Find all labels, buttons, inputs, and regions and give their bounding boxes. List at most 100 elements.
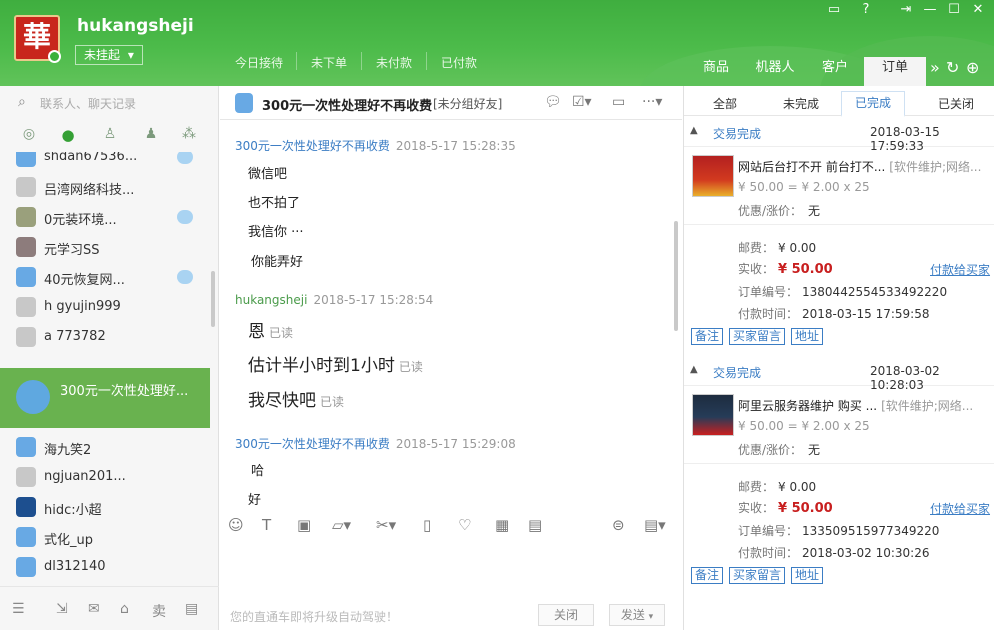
contact-name: shdan67536... — [44, 152, 138, 164]
contacts-panel: ⌕ 联系人、聊天记录 ◎ ● ♙ ♟ ⁂ shdan67536... 吕湾网络科技… — [0, 86, 219, 630]
tab-products[interactable]: 商品 — [693, 57, 739, 86]
pay-buyer-link[interactable]: 付款给买家 — [930, 500, 990, 517]
tab-customer[interactable]: 客户 — [813, 57, 857, 86]
minimize-icon[interactable]: — — [920, 2, 940, 17]
tab-closed-orders[interactable]: 已关闭 — [936, 95, 976, 112]
tab-completed-orders[interactable]: 已完成 — [841, 91, 905, 117]
sell-icon[interactable]: 卖 — [152, 601, 166, 621]
send-button[interactable]: 发送 ▾ — [609, 604, 665, 626]
contact-name: 40元恢复网... — [44, 273, 125, 288]
more-tabs-icon[interactable]: » — [930, 58, 940, 77]
contact-item[interactable]: 0元装环境... — [0, 202, 210, 232]
buyer-message-button[interactable]: 买家留言 — [729, 567, 786, 584]
emoji-icon[interactable]: ☺ — [228, 516, 244, 534]
order-state: 交易完成 — [713, 366, 762, 380]
close-button[interactable]: 关闭 — [538, 604, 594, 626]
tab-orders[interactable]: 订单 — [864, 57, 926, 86]
postage-row: 邮费： ¥ 0.00 — [738, 239, 816, 256]
product-thumbnail[interactable] — [692, 155, 734, 197]
product-thumbnail[interactable] — [692, 394, 734, 436]
recent-clock-icon[interactable]: ● — [56, 126, 80, 144]
quick-reply-icon[interactable]: ⊜ — [612, 516, 625, 534]
collapse-caret-icon[interactable]: ▲ — [690, 364, 698, 375]
address-button[interactable]: 地址 — [791, 328, 824, 345]
pay-buyer-link[interactable]: 付款给买家 — [930, 261, 990, 278]
pin-icon[interactable]: ⇥ — [896, 2, 916, 17]
group-icon[interactable]: ♟ — [139, 126, 163, 142]
sender-name[interactable]: 300元一次性处理好不再收费 — [235, 139, 390, 153]
task-icon[interactable]: ☑▾ — [572, 94, 592, 110]
message-text: 我尽快吧 已读 — [248, 386, 344, 411]
message-bubble-icon — [177, 152, 193, 164]
import-icon[interactable]: ⇲ — [56, 601, 68, 617]
contact-item[interactable]: 吕湾网络科技... — [0, 172, 210, 202]
contact-item[interactable]: a 773782 — [0, 322, 210, 352]
comment-icon[interactable]: 💬︎ — [544, 94, 562, 110]
sender-name[interactable]: hukangsheji — [235, 293, 307, 307]
message-body: 估计半小时到1小时 — [248, 356, 395, 376]
add-icon[interactable]: ⊕ — [966, 58, 979, 77]
buyer-message-button[interactable]: 买家留言 — [729, 328, 786, 345]
heart-icon[interactable]: ♡ — [458, 516, 471, 534]
order-status-tabs: 全部 未完成 已完成 已关闭 — [684, 86, 994, 117]
shop-icon[interactable]: ⌂ — [120, 601, 129, 617]
collapse-caret-icon[interactable]: ▲ — [690, 125, 698, 136]
note-button[interactable]: 备注 — [691, 328, 724, 345]
chat-contact-name[interactable]: 300元一次性处理好不再收费 — [262, 95, 432, 114]
status-dropdown[interactable]: 未挂起 ▾ — [75, 45, 143, 65]
tab-incomplete-orders[interactable]: 未完成 — [781, 95, 821, 112]
message-text: 也不拍了 — [248, 196, 301, 211]
contact-item[interactable]: ngjuan201... — [0, 462, 210, 492]
mail-icon[interactable]: ✉ — [88, 601, 100, 617]
contact-person-icon[interactable]: ♙ — [98, 126, 122, 142]
coupon-icon[interactable]: ▤ — [528, 516, 542, 534]
font-icon[interactable]: T — [262, 516, 271, 534]
contact-item[interactable]: 元学习SS — [0, 232, 210, 262]
contact-item[interactable]: hidc:小超 — [0, 492, 210, 522]
product-title[interactable]: 阿里云服务器维护 购买 ... [软件维护;网络... — [738, 397, 993, 414]
order-time: 2018-03-15 17:59:33 — [870, 125, 940, 153]
order-header[interactable]: ▲ 交易完成 2018-03-02 10:28:03 — [684, 356, 994, 392]
chat-bubble-icon[interactable]: ◎ — [17, 126, 41, 142]
contact-item[interactable]: 300元一次性处理好... — [0, 368, 210, 428]
contact-item[interactable]: 式化_up — [0, 522, 210, 552]
layout-icon[interactable]: ▤ — [185, 601, 198, 617]
close-icon[interactable]: ✕ — [968, 2, 988, 17]
video-icon[interactable]: ▭ — [612, 94, 625, 110]
address-button[interactable]: 地址 — [791, 567, 824, 584]
stat-paid[interactable]: 已付款 — [441, 54, 477, 71]
organization-icon[interactable]: ⁂ — [177, 126, 201, 142]
contact-item[interactable]: 40元恢复网... — [0, 262, 210, 292]
more-icon[interactable]: ···▾ — [642, 94, 662, 110]
contact-item[interactable]: 海九笑2 — [0, 432, 210, 462]
contact-item[interactable]: h gyujin999 — [0, 292, 210, 322]
calculator-icon[interactable]: ▦ — [495, 516, 509, 534]
contact-item[interactable]: shdan67536... — [0, 152, 210, 172]
contact-item[interactable]: dl312140 — [0, 552, 210, 582]
sender-name[interactable]: 300元一次性处理好不再收费 — [235, 437, 390, 451]
stat-not-ordered[interactable]: 未下单 — [311, 54, 347, 71]
message-body: 恩 — [248, 322, 265, 342]
maximize-icon[interactable]: ☐ — [944, 2, 964, 17]
scrollbar[interactable] — [674, 221, 678, 331]
menu-icon[interactable]: ☰ — [12, 601, 25, 617]
contact-search[interactable]: ⌕ 联系人、聊天记录 — [0, 86, 219, 120]
stat-today-received[interactable]: 今日接待 — [235, 54, 283, 71]
folder-icon[interactable]: ▱▾ — [332, 516, 351, 534]
shake-icon[interactable]: ▯ — [423, 516, 431, 534]
scissors-icon[interactable]: ✂▾ — [376, 516, 396, 534]
note-button[interactable]: 备注 — [691, 567, 724, 584]
image-icon[interactable]: ▣ — [297, 516, 311, 534]
history-icon[interactable]: ▤▾ — [644, 516, 666, 534]
refresh-icon[interactable]: ↻ — [946, 58, 959, 77]
stat-unpaid[interactable]: 未付款 — [376, 54, 412, 71]
promo-hint[interactable]: 您的直通车即将升级自动驾驶！ — [230, 608, 398, 625]
order-header[interactable]: ▲ 交易完成 2018-03-15 17:59:33 — [684, 117, 994, 153]
skin-icon[interactable]: ▭ — [824, 2, 844, 17]
help-icon[interactable]: ? — [856, 2, 876, 17]
tab-robot[interactable]: 机器人 — [749, 57, 801, 86]
tab-all-orders[interactable]: 全部 — [710, 95, 740, 112]
product-title[interactable]: 网站后台打不开 前台打不... [软件维护;网络... — [738, 158, 993, 175]
message-input[interactable]: 您的直通车即将升级自动驾驶！ 关闭 发送 ▾ — [220, 540, 682, 630]
scrollbar[interactable] — [211, 271, 215, 327]
